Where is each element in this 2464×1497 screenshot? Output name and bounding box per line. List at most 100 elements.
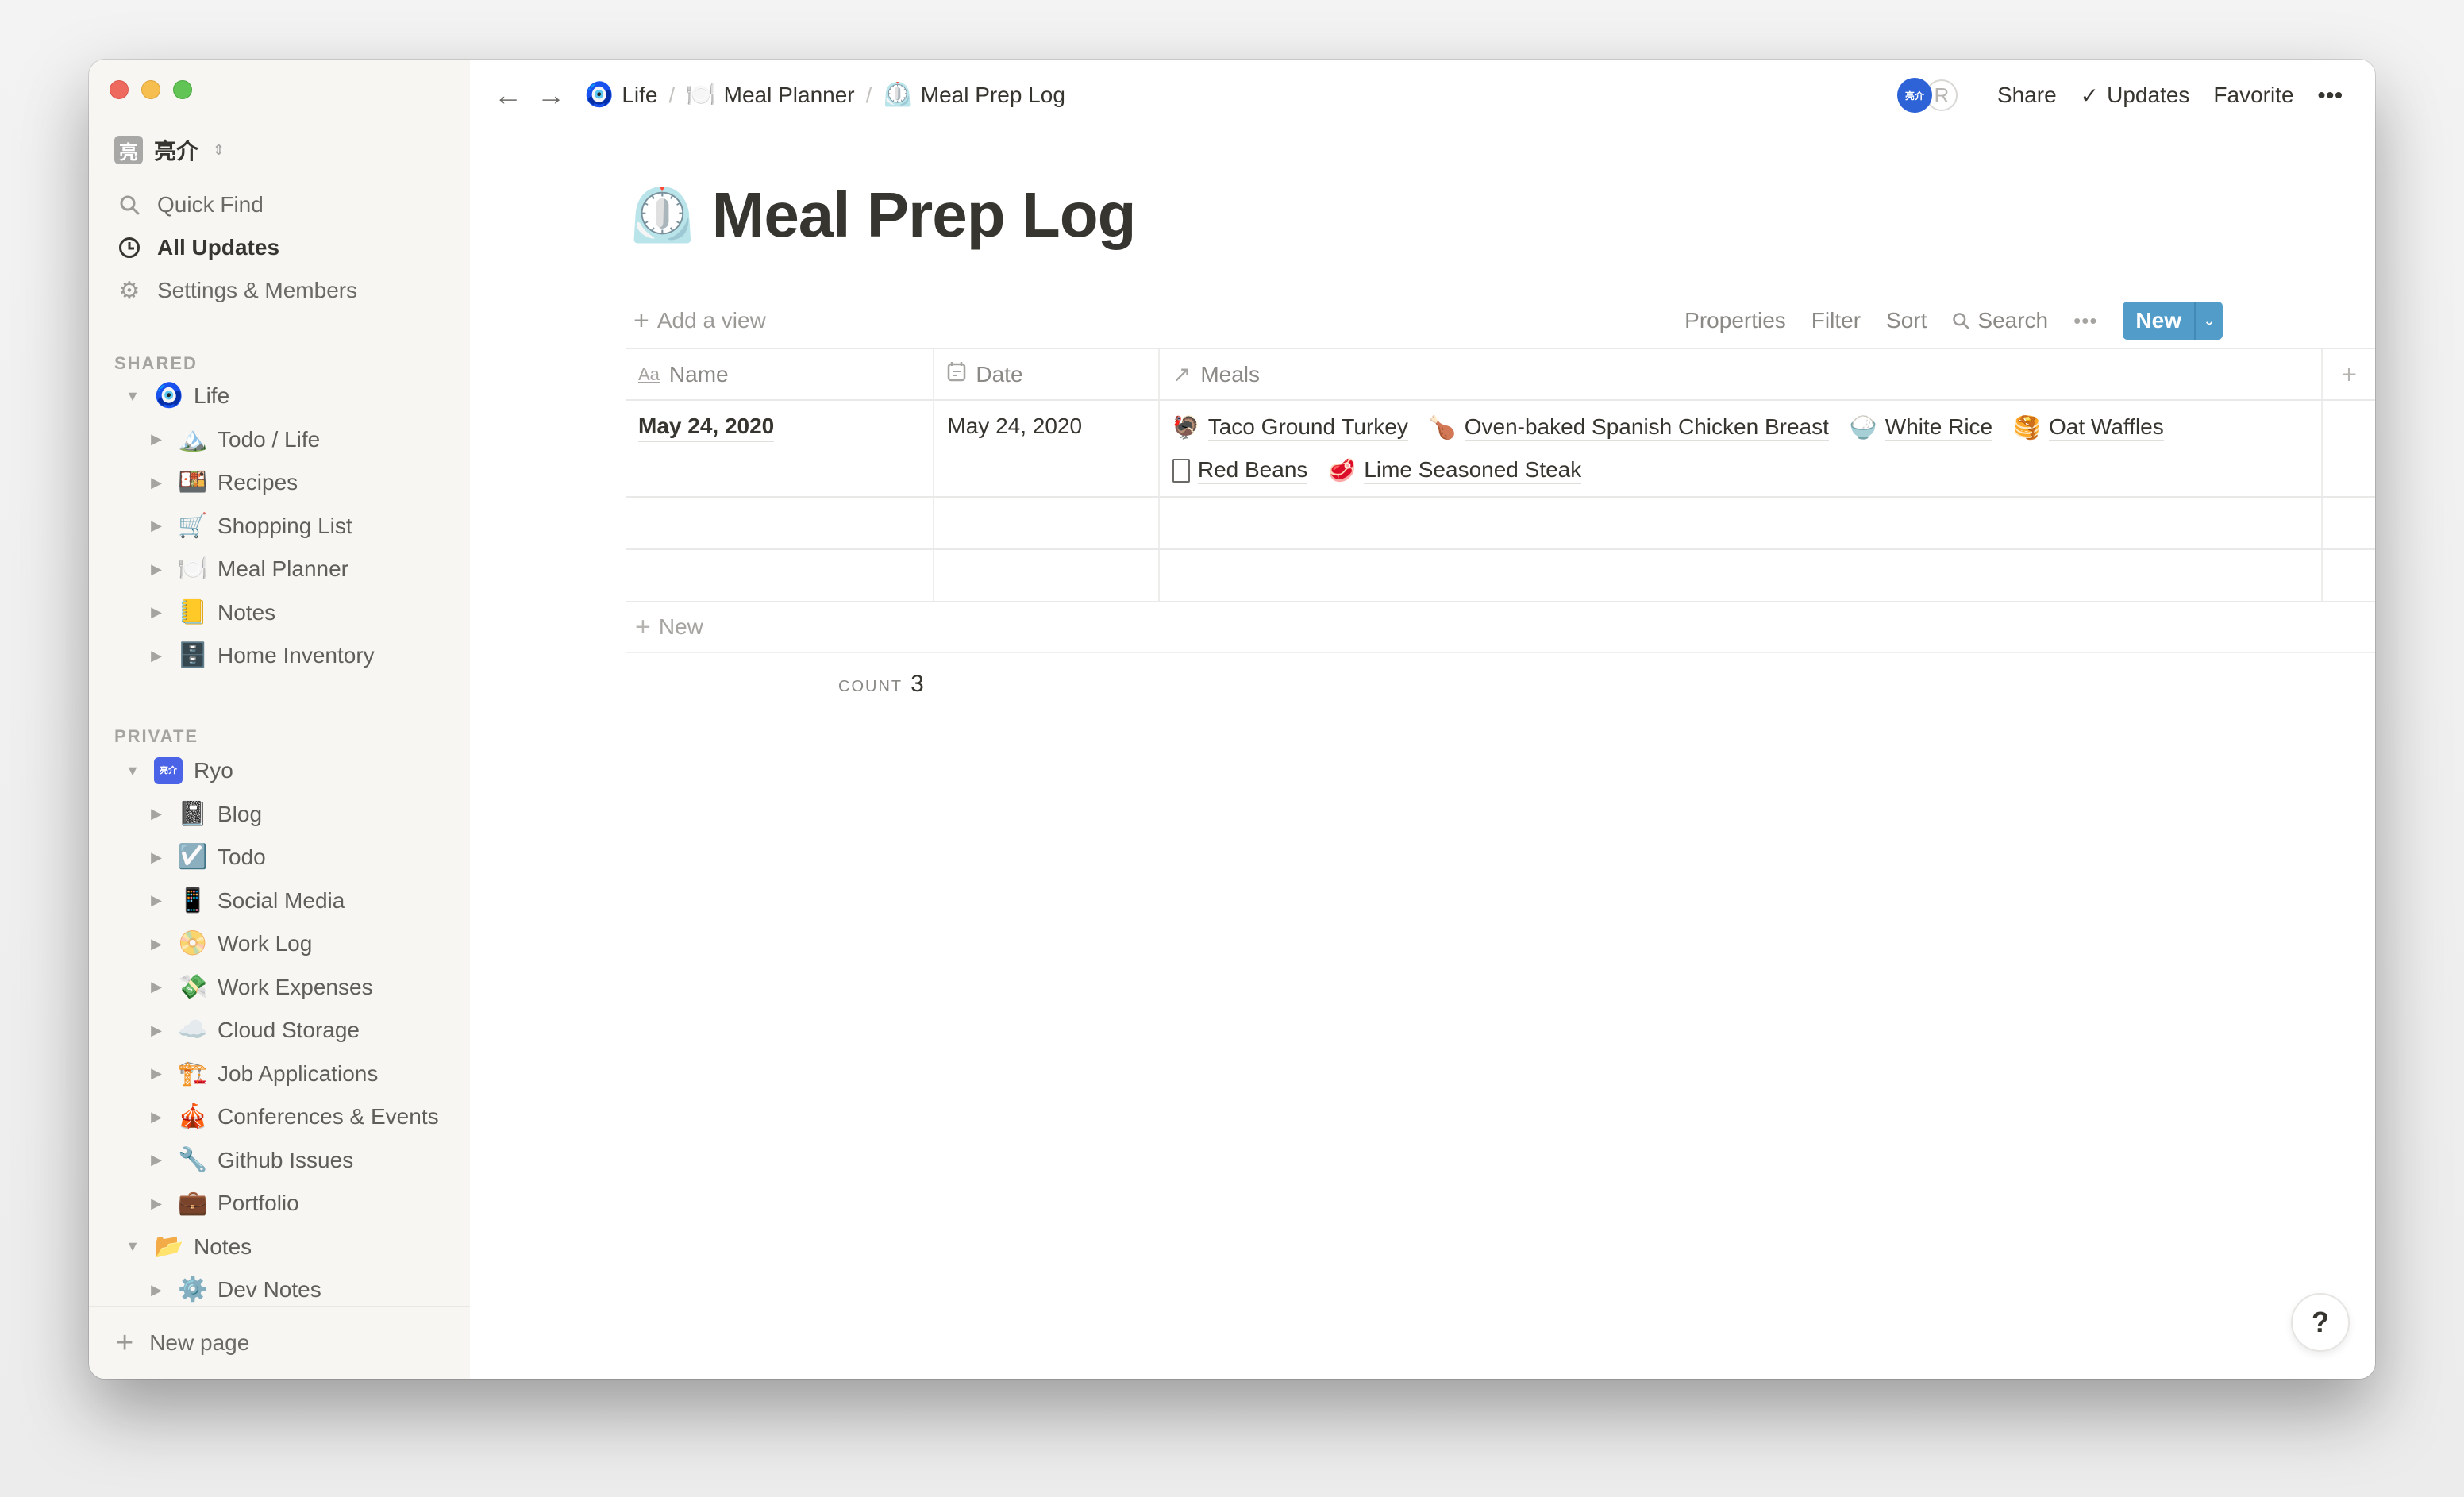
- sidebar-item-notes-shared[interactable]: ▶ 📒 Notes: [89, 591, 470, 635]
- properties-button[interactable]: Properties: [1684, 308, 1786, 333]
- minimize-window-button[interactable]: [141, 80, 160, 99]
- breadcrumb-meal-prep-log[interactable]: ⏲️ Meal Prep Log: [883, 83, 1065, 108]
- sidebar-item-portfolio[interactable]: ▶ 💼 Portfolio: [89, 1182, 470, 1226]
- cell-meals[interactable]: [1160, 498, 2323, 548]
- toggle-collapsed-icon[interactable]: ▶: [144, 561, 168, 578]
- collaborator-avatars[interactable]: 亮介 R: [1896, 78, 1958, 113]
- toggle-expanded-icon[interactable]: ▼: [121, 763, 144, 779]
- sidebar-item-work-expenses[interactable]: ▶ 💸 Work Expenses: [89, 966, 470, 1010]
- breadcrumb-life[interactable]: 🧿 Life: [584, 83, 658, 108]
- table-row[interactable]: [626, 550, 2375, 602]
- meal-link[interactable]: 🦃 Taco Ground Turkey: [1172, 414, 1408, 442]
- meal-link[interactable]: 🥩 Lime Seasoned Steak: [1328, 456, 1582, 485]
- cell-name[interactable]: [626, 498, 935, 548]
- database-table: Aa Name Date ↗ Meals + May 24, 2020 May …: [626, 348, 2375, 653]
- sidebar-item-social-media[interactable]: ▶ 📱 Social Media: [89, 879, 470, 923]
- page-title-text[interactable]: Meal Prep Log: [712, 179, 1137, 252]
- toggle-collapsed-icon[interactable]: ▶: [144, 518, 168, 534]
- more-options-icon[interactable]: •••: [2073, 309, 2097, 333]
- sort-button[interactable]: Sort: [1886, 308, 1927, 333]
- add-view-button[interactable]: + Add a view: [626, 307, 766, 334]
- cell-date[interactable]: [934, 498, 1160, 548]
- meals-relation-list: 🦃 Taco Ground Turkey 🍗 Oven-baked Spanis…: [1172, 414, 2308, 485]
- toggle-expanded-icon[interactable]: ▼: [121, 1238, 144, 1255]
- sidebar-item-todo-life[interactable]: ▶ 🏔️ Todo / Life: [89, 418, 470, 462]
- cell-meals[interactable]: [1160, 550, 2323, 601]
- sidebar-item-home-inventory[interactable]: ▶ 🗄️ Home Inventory: [89, 634, 470, 678]
- toggle-collapsed-icon[interactable]: ▶: [144, 1109, 168, 1126]
- sidebar-item-notes-private[interactable]: ▼ 📂 Notes: [89, 1226, 470, 1269]
- maximize-window-button[interactable]: [173, 80, 192, 99]
- new-page-button[interactable]: + New page: [89, 1306, 470, 1379]
- sidebar-item-all-updates[interactable]: All Updates: [89, 226, 470, 269]
- app-window: 亮 亮介 ⇕ Quick Find All Updates ⚙ Settings…: [89, 60, 2375, 1379]
- favorite-button[interactable]: Favorite: [2213, 83, 2293, 108]
- sidebar-item-ryo[interactable]: ▼ 亮介 Ryo: [89, 749, 470, 793]
- record-title[interactable]: May 24, 2020: [638, 414, 775, 442]
- section-label-shared: SHARED: [114, 353, 198, 373]
- toggle-collapsed-icon[interactable]: ▶: [144, 1152, 168, 1168]
- sidebar-item-quick-find[interactable]: Quick Find: [89, 183, 470, 226]
- toggle-collapsed-icon[interactable]: ▶: [144, 849, 168, 866]
- toggle-collapsed-icon[interactable]: ▶: [144, 648, 168, 664]
- toggle-collapsed-icon[interactable]: ▶: [144, 892, 168, 909]
- sidebar-item-github-issues[interactable]: ▶ 🔧 Github Issues: [89, 1139, 470, 1183]
- chevron-down-icon[interactable]: ⌄: [2194, 302, 2223, 340]
- sidebar-item-settings[interactable]: ⚙ Settings & Members: [89, 269, 470, 312]
- toggle-collapsed-icon[interactable]: ▶: [144, 1022, 168, 1039]
- timer-clock-icon: ⏲️: [883, 82, 913, 108]
- toggle-collapsed-icon[interactable]: ▶: [144, 604, 168, 621]
- toggle-collapsed-icon[interactable]: ▶: [144, 979, 168, 995]
- meal-link[interactable]: 🍚 White Rice: [1850, 414, 1993, 442]
- sidebar-item-work-log[interactable]: ▶ 📀 Work Log: [89, 922, 470, 966]
- close-window-button[interactable]: [110, 80, 129, 99]
- share-button[interactable]: Share: [1997, 83, 2057, 108]
- toggle-expanded-icon[interactable]: ▼: [121, 388, 144, 405]
- cell-date[interactable]: May 24, 2020: [934, 401, 1160, 496]
- help-button[interactable]: ?: [2291, 1293, 2350, 1352]
- breadcrumb-meal-planner[interactable]: 🍽️ Meal Planner: [686, 83, 854, 108]
- sidebar-item-conferences-events[interactable]: ▶ 🎪 Conferences & Events: [89, 1095, 470, 1139]
- add-row-button[interactable]: + New: [626, 602, 2375, 653]
- toggle-collapsed-icon[interactable]: ▶: [144, 1065, 168, 1082]
- new-record-button[interactable]: New: [2123, 302, 2194, 340]
- cell-name[interactable]: [626, 550, 935, 601]
- sidebar-item-life[interactable]: ▼ 🧿 Life: [89, 375, 470, 418]
- meal-link[interactable]: Red Beans: [1172, 456, 1308, 485]
- table-row[interactable]: May 24, 2020 May 24, 2020 🦃 Taco Ground …: [626, 401, 2375, 498]
- sidebar-item-blog[interactable]: ▶ 📓 Blog: [89, 793, 470, 837]
- sidebar-item-recipes[interactable]: ▶ 🍱 Recipes: [89, 461, 470, 505]
- meal-link[interactable]: 🍗 Oven-baked Spanish Chicken Breast: [1429, 414, 1829, 442]
- sidebar-item-todo[interactable]: ▶ ☑️ Todo: [89, 836, 470, 879]
- sidebar-item-shopping-list[interactable]: ▶ 🛒 Shopping List: [89, 505, 470, 548]
- toggle-collapsed-icon[interactable]: ▶: [144, 431, 168, 448]
- toggle-collapsed-icon[interactable]: ▶: [144, 1282, 168, 1299]
- column-header-name[interactable]: Aa Name: [626, 349, 935, 399]
- forward-arrow-icon[interactable]: →: [537, 81, 565, 110]
- add-column-button[interactable]: +: [2323, 349, 2375, 399]
- toggle-collapsed-icon[interactable]: ▶: [144, 475, 168, 491]
- filter-button[interactable]: Filter: [1811, 308, 1861, 333]
- table-count-footer[interactable]: COUNT 3: [838, 671, 924, 698]
- database-view-bar: + Add a view Properties Filter Sort Sear…: [626, 298, 2223, 344]
- timer-clock-icon[interactable]: ⏲️: [629, 188, 696, 242]
- sidebar-item-cloud-storage[interactable]: ▶ ☁️ Cloud Storage: [89, 1009, 470, 1053]
- back-arrow-icon[interactable]: ←: [494, 81, 522, 110]
- column-header-date[interactable]: Date: [934, 349, 1160, 399]
- table-row[interactable]: [626, 498, 2375, 550]
- cell-meals[interactable]: 🦃 Taco Ground Turkey 🍗 Oven-baked Spanis…: [1160, 401, 2323, 496]
- sidebar-item-job-applications[interactable]: ▶ 🏗️ Job Applications: [89, 1053, 470, 1096]
- search-button[interactable]: Search: [1952, 308, 2048, 333]
- more-options-icon[interactable]: •••: [2318, 83, 2343, 108]
- workspace-switcher[interactable]: 亮 亮介 ⇕: [114, 134, 225, 166]
- avatar[interactable]: 亮介: [1896, 78, 1932, 113]
- sidebar-item-meal-planner[interactable]: ▶ 🍽️ Meal Planner: [89, 548, 470, 591]
- column-header-meals[interactable]: ↗ Meals: [1160, 349, 2323, 399]
- toggle-collapsed-icon[interactable]: ▶: [144, 806, 168, 822]
- cell-name[interactable]: May 24, 2020: [626, 401, 935, 496]
- toggle-collapsed-icon[interactable]: ▶: [144, 936, 168, 952]
- cell-date[interactable]: [934, 550, 1160, 601]
- meal-link[interactable]: 🥞 Oat Waffles: [2013, 414, 2164, 442]
- toggle-collapsed-icon[interactable]: ▶: [144, 1195, 168, 1212]
- updates-button[interactable]: ✓ Updates: [2081, 83, 2190, 109]
